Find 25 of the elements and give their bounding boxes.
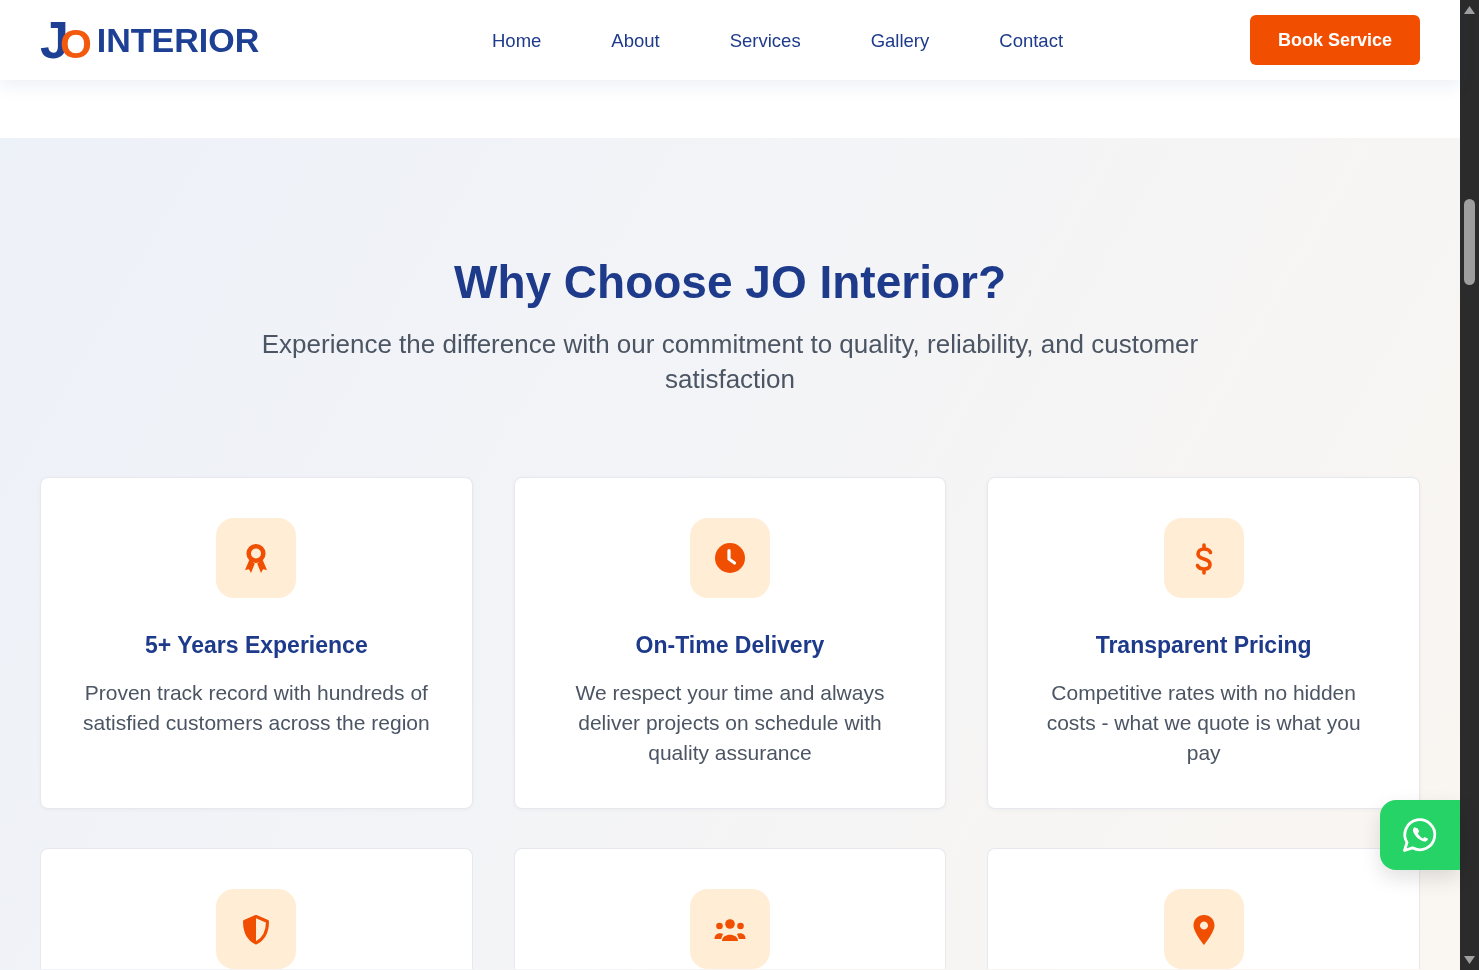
dollar-icon	[1163, 518, 1244, 598]
feature-title: 5+ Years Experience	[143, 631, 369, 660]
nav-link[interactable]: Home	[492, 28, 542, 52]
users-icon	[690, 889, 770, 969]
nav-link[interactable]: Gallery	[870, 28, 930, 52]
scrollbar-thumb[interactable]	[1464, 199, 1475, 285]
feature-title: On-Time Delivery	[634, 631, 826, 660]
section-title: Why Choose JO Interior?	[453, 255, 1006, 309]
clock-icon	[690, 518, 770, 598]
feature-description: Competitive rates with no hidden costs - what we quote is what you pay	[1045, 680, 1362, 766]
feature-description: We respect your time and always deliver projects on schedule with quality assurance	[574, 680, 886, 766]
map-pin-icon	[1163, 889, 1244, 969]
feature-title: Transparent Pricing	[1094, 631, 1313, 660]
shield-icon	[216, 889, 297, 969]
nav-link[interactable]: About	[611, 28, 660, 52]
section-subtitle: Experience the difference with our commitment to quality, reliability, and customer satisfaction	[260, 328, 1200, 396]
logo-text[interactable]: INTERIOR	[96, 20, 260, 60]
feature-description: Proven track record with hundreds of satisfied customers across the region	[82, 680, 431, 736]
phone-chat-icon	[1401, 816, 1439, 854]
nav-link[interactable]: Contact	[999, 28, 1064, 52]
triangle-up-icon[interactable]	[1464, 6, 1475, 14]
triangle-down-icon[interactable]	[1464, 956, 1475, 964]
award-icon	[216, 518, 297, 598]
book-service-button[interactable]: Book Service	[1250, 15, 1420, 65]
nav-link[interactable]: Services	[729, 28, 801, 52]
